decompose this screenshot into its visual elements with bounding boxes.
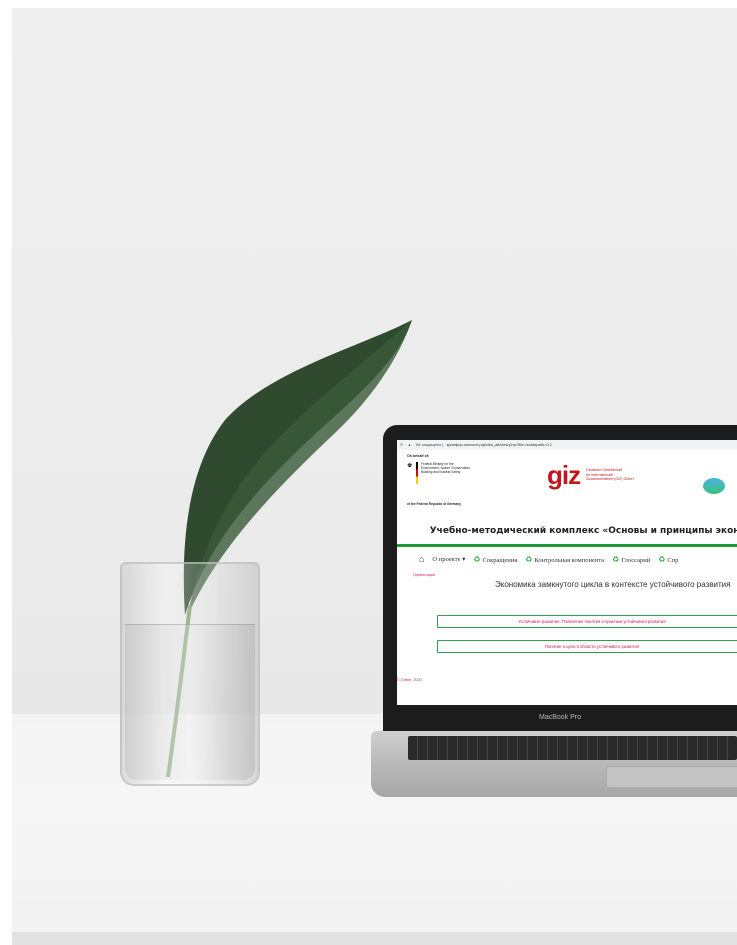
- german-flag-icon: [416, 462, 418, 484]
- copyright-link[interactable]: Gmbh: [401, 678, 411, 682]
- ministry-text: Federal Ministry for the Environment, Na…: [421, 462, 471, 484]
- url-text[interactable]: кринфор-консалт.рф/cles_all/view.php?fil…: [447, 442, 552, 447]
- laptop-brand-label: MacBook Pro: [538, 714, 582, 721]
- menu-abbreviations-label: Сокращения: [482, 556, 518, 564]
- menu-item-abbreviations[interactable]: ♻ Сокращения: [473, 555, 517, 564]
- security-label: Не защищено: [415, 442, 442, 447]
- copyright-year: , 2020: [411, 678, 422, 682]
- menu-reference-label: Спр: [667, 556, 679, 564]
- title-divider: [397, 544, 737, 547]
- frg-label: of the Federal Republic of Germany: [407, 502, 461, 506]
- home-icon[interactable]: ⌂: [419, 554, 424, 564]
- reload-icon[interactable]: ⟳: [400, 442, 403, 447]
- glass-water: [125, 624, 255, 780]
- recycle-icon: ♻: [525, 554, 533, 564]
- laptop-screen: ⟳ ▲ Не защищено | кринфор-консалт.рф/cle…: [397, 440, 737, 705]
- on-behalf-label: On behalf of:: [407, 454, 430, 458]
- giz-line: Zusammenarbeit (GIZ) GmbH: [586, 477, 634, 482]
- menu-item-about[interactable]: О проекте ▾: [432, 555, 465, 563]
- main-menu: ⌂ О проекте ▾ ♻ Сокращения ♻ Контрольная к…: [419, 554, 678, 564]
- link-button-goals[interactable]: Понятие и цели в области устойчивого раз…: [437, 640, 737, 653]
- ministry-logo: ♚ Federal Ministry for the Environment, …: [407, 462, 491, 484]
- eagle-icon: ♚: [407, 463, 413, 469]
- browser-address-bar[interactable]: ⟳ ▲ Не защищено | кринфор-консалт.рф/cle…: [397, 440, 737, 450]
- menu-item-glossary[interactable]: ♻ Глоссарий: [612, 555, 650, 564]
- section-heading: Экономика замкнутого цикла в контексте у…: [495, 580, 731, 589]
- recycle-icon: ♻: [473, 554, 481, 564]
- link-button-sustainable-development[interactable]: Устойчивое развитие. Появление понятия и…: [437, 615, 737, 628]
- menu-control-label: Контрольная компонента: [534, 556, 605, 564]
- menu-glossary-label: Глоссарий: [621, 556, 651, 564]
- giz-text: Deutsche Gesellschaft für Internationale…: [586, 468, 634, 482]
- recycle-icon: ♻: [612, 554, 620, 564]
- breadcrumb[interactable]: Презентации: [413, 573, 435, 577]
- menu-item-reference[interactable]: ♻ Спр: [658, 555, 678, 564]
- laptop-trackpad: [606, 766, 737, 788]
- laptop-keyboard: [408, 736, 737, 760]
- water-glass: [120, 562, 260, 786]
- giz-wordmark: giz: [547, 460, 581, 490]
- partner-globe-logo: [703, 478, 725, 494]
- giz-logo: giz Deutsche Gesellschaft für Internatio…: [547, 462, 634, 488]
- warning-icon: ▲: [407, 442, 412, 447]
- desk-edge: [12, 932, 737, 945]
- ministry-line: Building and Nuclear Safety: [421, 470, 461, 474]
- copyright: © Gmbh, 2020: [397, 678, 422, 682]
- menu-about-label: О проекте: [432, 556, 461, 563]
- menu-item-control[interactable]: ♻ Контрольная компонента: [525, 555, 604, 564]
- recycle-icon: ♻: [658, 554, 666, 564]
- page-title: Учебно-методический комплекс «Основы и п…: [429, 526, 737, 536]
- photo-scene: ⟳ ▲ Не защищено | кринфор-консалт.рф/cle…: [0, 0, 737, 945]
